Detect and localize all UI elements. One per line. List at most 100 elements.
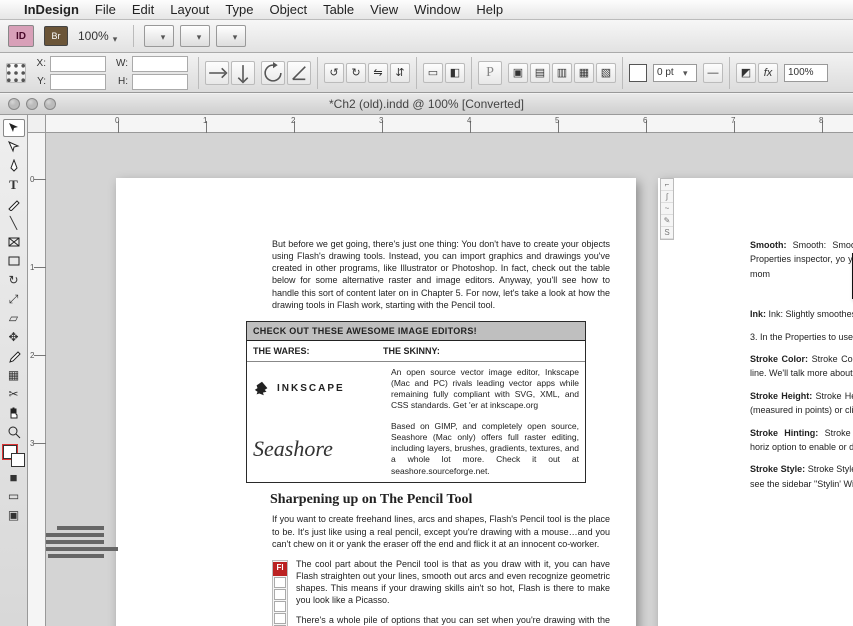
bridge-button[interactable]: Br <box>44 26 68 46</box>
table-title: CHECK OUT THESE AWESOME IMAGE EDITORS! <box>247 322 585 341</box>
fill-stroke-proxy[interactable] <box>3 445 25 467</box>
gradient-tool[interactable]: ▦ <box>3 366 25 384</box>
menu-help[interactable]: Help <box>476 2 503 17</box>
ruler-v-tick: 2 <box>30 351 34 360</box>
ruler-h-tick: 4 <box>467 116 471 125</box>
view-mode-button-1[interactable] <box>144 25 174 47</box>
rotate-tool[interactable]: ↻ <box>3 271 25 289</box>
x-field[interactable] <box>50 56 106 72</box>
selection-tool[interactable] <box>3 119 25 137</box>
scale-tool[interactable]: ⤢ <box>3 290 25 308</box>
select-content-button[interactable]: ◧ <box>445 63 465 83</box>
ruler-h-tick: 8 <box>819 116 823 125</box>
view-mode-button-2[interactable] <box>180 25 210 47</box>
app-name[interactable]: InDesign <box>24 2 79 17</box>
pen-tool[interactable] <box>3 157 25 175</box>
document-canvas[interactable]: 0 1 2 3 4 5 6 7 8 0 1 2 3 But before we … <box>28 115 853 626</box>
ware-description: Based on GIMP, and completely open sourc… <box>391 421 579 476</box>
page-left[interactable]: But before we get going, there's just on… <box>116 178 636 626</box>
menu-object[interactable]: Object <box>270 2 308 17</box>
type-tool[interactable]: T <box>3 176 25 194</box>
text-wrap-jump-button[interactable]: ▦ <box>574 63 594 83</box>
text-wrap-bounding-button[interactable]: ▤ <box>530 63 550 83</box>
line-tool[interactable]: ╲ <box>3 214 25 232</box>
chevron-down-icon <box>683 68 693 78</box>
ruler-h-tick: 7 <box>731 116 735 125</box>
shear-tool[interactable]: ▱ <box>3 309 25 327</box>
apply-color-button[interactable]: ■ <box>3 468 25 486</box>
stroke-weight-field[interactable]: 0 pt <box>653 64 697 82</box>
opacity-value: 100% <box>788 67 814 78</box>
scale-x-stepper[interactable] <box>205 61 229 85</box>
rectangle-tool[interactable] <box>3 252 25 270</box>
body-text: But before we get going, there's just on… <box>272 238 610 311</box>
shear-stepper[interactable] <box>287 61 311 85</box>
x-label: X: <box>32 58 46 69</box>
menu-window[interactable]: Window <box>414 2 460 17</box>
eyedropper-tool[interactable] <box>3 347 25 365</box>
w-field[interactable] <box>132 56 188 72</box>
zoom-window-button[interactable] <box>44 98 56 110</box>
rectangle-frame-tool[interactable] <box>3 233 25 251</box>
ruler-h-tick: 3 <box>379 116 383 125</box>
select-container-button[interactable]: ▭ <box>423 63 443 83</box>
text-wrap-shape-button[interactable]: ▥ <box>552 63 572 83</box>
menu-file[interactable]: File <box>95 2 116 17</box>
stroke-style-dropdown[interactable]: — <box>703 63 723 83</box>
workspace: T ╲ ↻ ⤢ ▱ ✥ ▦ ✂ ■ ▭ ▣ 0 1 2 3 4 5 6 7 8 <box>0 115 853 626</box>
format-container-button[interactable]: ▭ <box>3 487 25 505</box>
direct-selection-tool[interactable] <box>3 138 25 156</box>
close-window-button[interactable] <box>8 98 20 110</box>
definition-smooth: Smooth: Smooth: Smoothes out rough, on t… <box>750 238 853 281</box>
zoom-tool[interactable] <box>3 423 25 441</box>
menu-edit[interactable]: Edit <box>132 2 154 17</box>
menu-layout[interactable]: Layout <box>170 2 209 17</box>
horizontal-ruler[interactable]: 0 1 2 3 4 5 6 7 8 <box>46 115 853 133</box>
body-text: The cool part about the Pencil tool is t… <box>272 558 610 607</box>
page-right[interactable]: ⌐ ∫ ~ ✎ S Straighten Smooth▸ Ink Smooth:… <box>658 178 853 626</box>
view-mode-button-3[interactable] <box>216 25 246 47</box>
drop-shadow-button[interactable]: ◩ <box>736 63 756 83</box>
rotate-cw-button[interactable]: ↻ <box>346 63 366 83</box>
view-mode-normal-button[interactable]: ▣ <box>3 506 25 524</box>
fill-swatch[interactable] <box>629 64 647 82</box>
y-field[interactable] <box>50 74 106 90</box>
scissors-tool[interactable]: ✂ <box>3 385 25 403</box>
h-label: H: <box>114 76 128 87</box>
w-label: W: <box>114 58 128 69</box>
definition-stroke-color: Stroke Color: Stroke Color: Opens Flash'… <box>750 352 853 381</box>
rotate-stepper[interactable] <box>261 61 285 85</box>
vertical-ruler[interactable]: 0 1 2 3 <box>28 133 46 626</box>
text-wrap-none-button[interactable]: ▣ <box>508 63 528 83</box>
opacity-field[interactable]: 100% <box>784 64 828 82</box>
hand-tool[interactable] <box>3 404 25 422</box>
scale-y-stepper[interactable] <box>231 61 255 85</box>
text-wrap-jump-next-button[interactable]: ▧ <box>596 63 616 83</box>
ruler-h-tick: 1 <box>203 116 207 125</box>
mode-icon: ✎ <box>661 215 673 227</box>
pencil-tool[interactable] <box>3 195 25 213</box>
menu-view[interactable]: View <box>370 2 398 17</box>
free-transform-tool[interactable]: ✥ <box>3 328 25 346</box>
flash-logo-icon: Fl <box>273 562 287 576</box>
menu-table[interactable]: Table <box>323 2 354 17</box>
reference-point-proxy[interactable] <box>6 63 26 83</box>
chevron-down-icon <box>197 31 207 41</box>
ruler-origin[interactable] <box>28 115 46 133</box>
paragraph-style-icon[interactable]: P <box>478 61 502 85</box>
zoom-level-dropdown[interactable]: 100% <box>78 29 123 43</box>
flip-vertical-button[interactable]: ⇵ <box>390 63 410 83</box>
rotate-ccw-button[interactable]: ↺ <box>324 63 344 83</box>
minimize-window-button[interactable] <box>26 98 38 110</box>
h-field[interactable] <box>132 74 188 90</box>
menu-type[interactable]: Type <box>225 2 253 17</box>
mode-icon: ~ <box>661 203 673 215</box>
chevron-down-icon <box>233 31 243 41</box>
step-text: 3. In the Properties to use for your lin <box>750 330 853 344</box>
ware-description: An open source vector image editor, Inks… <box>391 367 579 411</box>
ruler-v-tick: 1 <box>30 263 34 272</box>
pasteboard[interactable]: But before we get going, there's just on… <box>46 133 853 626</box>
effects-button[interactable]: fx <box>758 63 778 83</box>
flip-horizontal-button[interactable]: ⇋ <box>368 63 388 83</box>
editors-table: CHECK OUT THESE AWESOME IMAGE EDITORS! T… <box>246 321 586 483</box>
